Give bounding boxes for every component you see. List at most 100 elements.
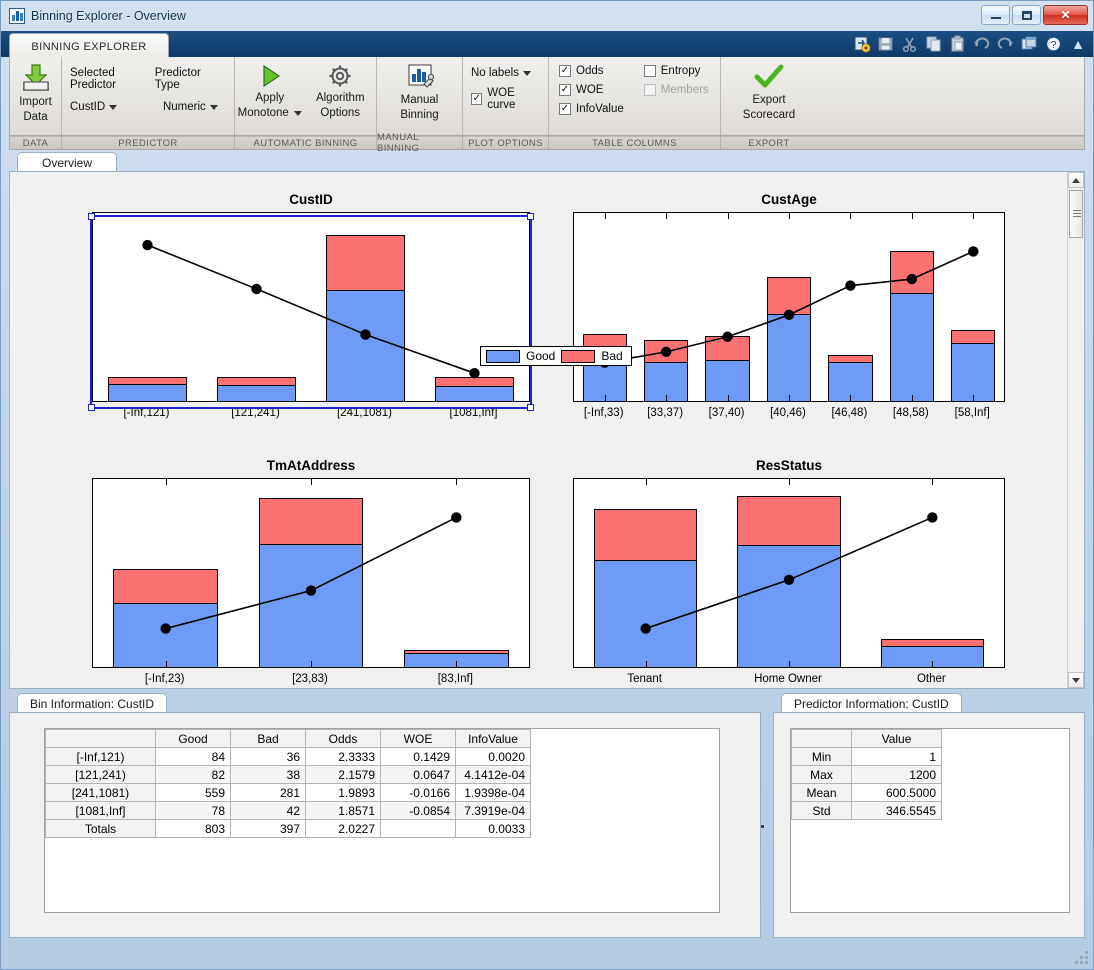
table-row[interactable]: [241,1081) 559 281 1.9893 -0.0166 1.9398e-04 — [45, 783, 531, 802]
cell-odds: 2.3333 — [305, 747, 381, 766]
woe-label: WOE — [576, 84, 604, 96]
chart-resstatus[interactable]: ResStatus Tenant Home Owner Other — [573, 458, 1005, 685]
column-header-2[interactable]: Bad — [230, 729, 306, 748]
bin-information-table[interactable]: Good Bad Odds WOE InfoValue [-Inf,121) 84 36 2.3… — [45, 729, 531, 838]
plot-area: Good Bad CustID [-Inf,121) [121,241) [241,… — [9, 171, 1085, 689]
xtick-label-6: [58,Inf] — [954, 407, 990, 419]
undo-icon[interactable] — [971, 34, 992, 54]
scroll-up-button[interactable] — [1068, 172, 1084, 188]
table-row[interactable]: Max 1200 — [791, 765, 942, 784]
chart-custid[interactable]: CustID [-Inf,121) [121,241) [241,1081) [108… — [88, 192, 534, 419]
predictor-information-table[interactable]: Value Min 1 Max 1200 Mean 600.5000 Std 346.5545 — [791, 729, 942, 820]
new-document-icon[interactable] — [851, 34, 872, 54]
apply-monotone-button[interactable]: Apply Monotone — [235, 57, 305, 135]
column-header-1[interactable]: Value — [851, 729, 942, 748]
tab-overview[interactable]: Overview — [17, 152, 117, 172]
resize-grip[interactable] — [1075, 951, 1089, 965]
predictor-information-body: Value Min 1 Max 1200 Mean 600.5000 Std 346.5545 — [773, 712, 1085, 938]
manual-binning-button[interactable]: Manual Binning — [377, 57, 462, 135]
tab-predictor-information[interactable]: Predictor Information: CustID — [781, 693, 962, 713]
maximize-button[interactable] — [1012, 5, 1041, 25]
woe-point-0 — [142, 239, 153, 251]
table-row[interactable]: Mean 600.5000 — [791, 783, 942, 802]
paste-icon[interactable] — [947, 34, 968, 54]
checkbox-box: ✓ — [559, 84, 571, 96]
tab-binning-explorer[interactable]: BINNING EXPLORER — [9, 33, 169, 59]
stat-label: Max — [791, 765, 852, 784]
table-row[interactable]: [1081,Inf] 78 42 1.8571 -0.0854 7.3919e-04 — [45, 801, 531, 820]
svg-text:?: ? — [1051, 40, 1057, 51]
table-row[interactable]: Min 1 — [791, 747, 942, 766]
chart-custage[interactable]: CustAge [-Inf,33) [33,37) [37,40) [40,46) [4… — [573, 192, 1005, 419]
plot-custage[interactable] — [573, 212, 1005, 402]
xtick-label-2: [83,Inf] — [437, 673, 473, 685]
table-row[interactable]: [-Inf,121) 84 36 2.3333 0.1429 0.0020 — [45, 747, 531, 766]
column-header-5[interactable]: InfoValue — [455, 729, 531, 748]
column-header-3[interactable]: Odds — [305, 729, 381, 748]
table-row[interactable]: Totals 803 397 2.0227 0.0033 — [45, 819, 531, 838]
scrollbar-thumb[interactable] — [1069, 190, 1083, 238]
help-icon[interactable]: ? — [1043, 34, 1064, 54]
ribbon-section-plot-options: No labels ✓ WOE curve — [463, 57, 549, 135]
odds-checkbox[interactable]: ✓ Odds — [559, 65, 624, 77]
selected-predictor-dropdown[interactable]: CustID — [70, 101, 145, 113]
plot-custid[interactable] — [92, 212, 530, 402]
legend-swatch-bad — [561, 349, 596, 363]
section-label-automatic-binning: AUTOMATIC BINNING — [235, 137, 377, 149]
checkbox-box — [643, 84, 656, 96]
plot-tmataddress[interactable] — [92, 478, 530, 668]
close-button[interactable]: ✕ — [1043, 5, 1088, 25]
algorithm-options-label-2: Options — [320, 107, 361, 119]
xtick-label-2: [241,1081) — [337, 407, 392, 419]
import-data-button[interactable]: Import Data — [10, 57, 61, 135]
export-scorecard-button[interactable]: Export Scorecard — [721, 57, 817, 135]
chart-title-custid: CustID — [289, 192, 333, 207]
woe-checkbox[interactable]: ✓ WOE — [559, 84, 624, 96]
selected-predictor-value: CustID — [70, 101, 106, 113]
algorithm-options-label-1: Algorithm — [315, 92, 365, 104]
cut-icon[interactable] — [899, 34, 920, 54]
woe-point-6 — [968, 246, 979, 257]
table-row[interactable]: Std 346.5545 — [791, 801, 942, 820]
panel-splitter[interactable] — [761, 712, 773, 938]
redo-icon[interactable] — [995, 34, 1016, 54]
chart-title-custage: CustAge — [761, 192, 817, 207]
overview-tab-row: Overview — [9, 152, 1085, 172]
algorithm-options-button[interactable]: Algorithm Options — [305, 57, 377, 135]
plot-resstatus[interactable] — [573, 478, 1005, 668]
tab-bin-information[interactable]: Bin Information: CustID — [17, 693, 168, 713]
woe-point-0 — [640, 623, 651, 634]
entropy-label: Entropy — [660, 65, 701, 77]
minimize-button[interactable] — [981, 5, 1010, 25]
title-bar: Binning Explorer - Overview ✕ — [1, 1, 1093, 31]
stat-label: Std — [791, 801, 852, 820]
column-header-4[interactable]: WOE — [380, 729, 456, 748]
column-header-0[interactable] — [791, 729, 852, 748]
plot-area-scrollbar[interactable] — [1067, 172, 1084, 688]
cell-value: 346.5545 — [851, 801, 942, 820]
woe-curve-checkbox[interactable]: ✓ WOE curve — [471, 87, 542, 111]
column-header-1[interactable]: Good — [155, 729, 231, 748]
table-row[interactable]: [121,241) 82 38 2.1579 0.0647 4.1412e-04 — [45, 765, 531, 784]
layout-icon[interactable] — [1019, 34, 1040, 54]
predictor-type-dropdown[interactable]: Numeric — [155, 101, 226, 113]
column-header-0[interactable] — [45, 729, 156, 748]
save-icon[interactable] — [875, 34, 896, 54]
plot-labels-dropdown[interactable]: No labels — [471, 67, 542, 79]
woe-point-4 — [845, 280, 856, 291]
infovalue-checkbox[interactable]: ✓ InfoValue — [559, 103, 624, 115]
chart-title-tmataddress: TmAtAddress — [266, 458, 356, 473]
scroll-down-button[interactable] — [1068, 672, 1084, 688]
entropy-checkbox[interactable]: Entropy — [643, 65, 709, 77]
copy-icon[interactable] — [923, 34, 944, 54]
bin-label: [1081,Inf] — [45, 801, 156, 820]
woe-curve — [142, 239, 480, 379]
predictor-information-panel: Predictor Information: CustID Value Min 1 M… — [773, 693, 1085, 938]
xtick-label-1: [33,37) — [647, 407, 684, 419]
legend-label-good: Good — [526, 349, 556, 363]
collapse-ribbon-icon[interactable]: ▲ — [1071, 37, 1085, 51]
cell-value: 1200 — [851, 765, 942, 784]
ribbon-section-automatic-binning: Apply Monotone Algorithm Options — [235, 57, 377, 135]
chart-tmataddress[interactable]: TmAtAddress [-Inf,23) [23,83) [83,Inf] — [92, 458, 530, 685]
woe-point-2 — [451, 512, 462, 523]
